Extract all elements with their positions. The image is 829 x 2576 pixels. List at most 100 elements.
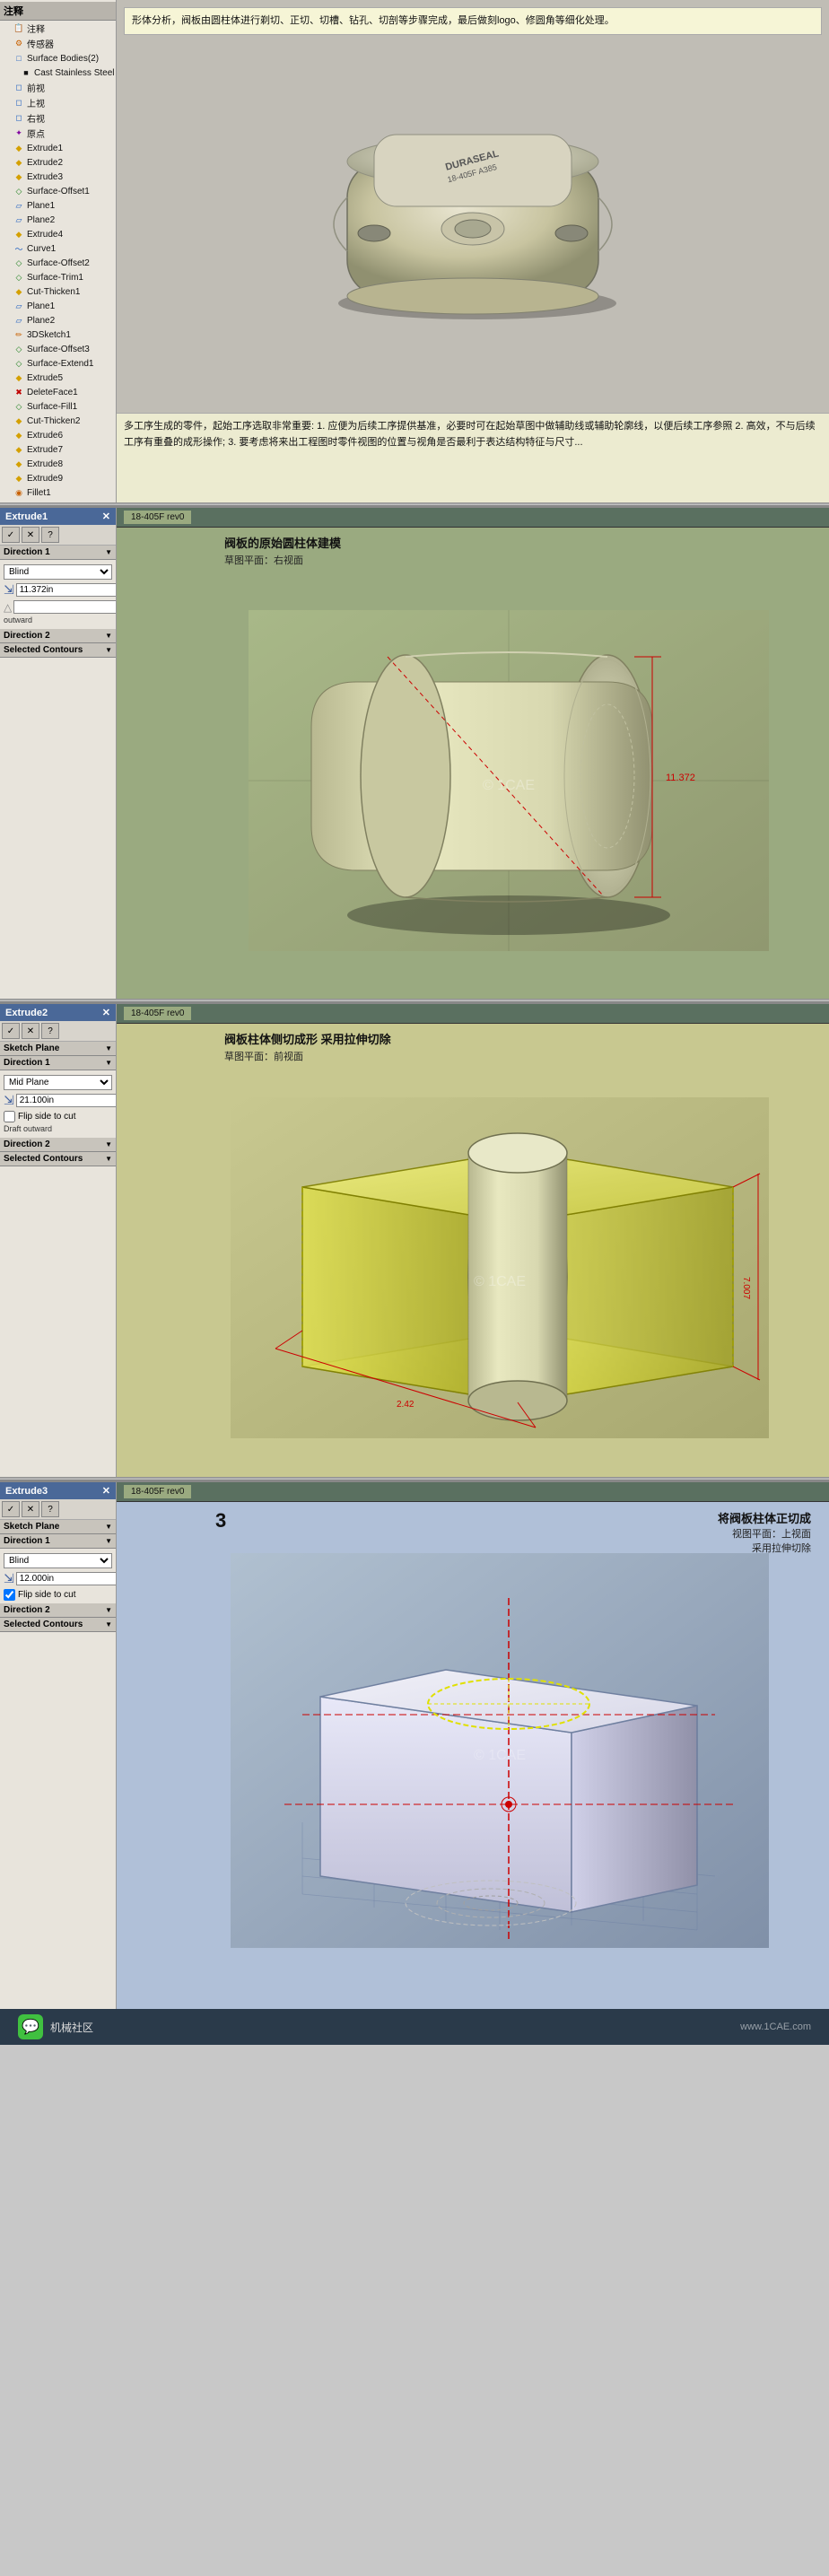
main-cad-view2: 18-405F rev0 阀板的原始圆柱体建模 草图平面：右视面: [117, 508, 829, 999]
direction1-section2: Direction 1 ▼: [0, 1056, 116, 1070]
tree-item[interactable]: ◻ 前视: [0, 80, 116, 95]
tree-item[interactable]: ⚙ 传感器: [0, 36, 116, 51]
tree-item-extrude2[interactable]: ◆ Extrude2: [0, 155, 116, 170]
chevron-icon: ▼: [105, 1620, 112, 1629]
tree-item-curve1[interactable]: 〜 Curve1: [0, 241, 116, 256]
direction1-type-select2[interactable]: Mid Plane: [4, 1075, 112, 1090]
direction1-section: Direction 1 ▼: [0, 546, 116, 560]
tree-item-deleteface1[interactable]: ✖ DeleteFace1: [0, 385, 116, 399]
tree-item-cut-thicken2[interactable]: ◆ Cut-Thicken2: [0, 414, 116, 428]
wechat-icon: 💬: [18, 2014, 43, 2039]
cancel-btn[interactable]: ✕: [22, 527, 39, 543]
tree-item-extrude6[interactable]: ◆ Extrude6: [0, 428, 116, 442]
plane-icon: ◻: [13, 97, 25, 109]
tree-item-surface-offset2[interactable]: ◇ Surface-Offset2: [0, 256, 116, 270]
tree-item-surface-offset3[interactable]: ◇ Surface-Offset3: [0, 342, 116, 356]
tree-item-extrude3[interactable]: ◆ Extrude3: [0, 170, 116, 184]
tree-item-label: Cut-Thicken2: [27, 416, 80, 426]
check-btn3[interactable]: ✓: [2, 1501, 20, 1517]
tree-item-label: Surface-Offset2: [27, 258, 90, 268]
tree-item-label: 传感器: [27, 37, 54, 50]
tree-item[interactable]: 📋 注释: [0, 21, 116, 36]
curve-icon: 〜: [13, 242, 25, 255]
tree-item-extrude1[interactable]: ◆ Extrude1: [0, 141, 116, 155]
svg-text:11.372: 11.372: [666, 773, 695, 783]
tree-item-label: Surface-Trim1: [27, 273, 83, 283]
step-number: 3: [215, 1509, 226, 1533]
help-btn2[interactable]: ?: [41, 1023, 59, 1039]
panel-close-icon[interactable]: ✕: [102, 511, 110, 522]
tree-item-extrude7[interactable]: ◆ Extrude7: [0, 442, 116, 457]
view-tab-model[interactable]: 18-405F rev0: [124, 511, 191, 524]
tree-item-fillet1[interactable]: ◉ Fillet1: [0, 485, 116, 500]
tree-item-plane2b[interactable]: ▱ Plane2: [0, 313, 116, 327]
direction1-type-select3[interactable]: Blind: [4, 1553, 112, 1568]
view-tab4[interactable]: 18-405F rev0: [124, 1485, 191, 1498]
tree-item-label: Plane1: [27, 201, 55, 211]
cancel-btn2[interactable]: ✕: [22, 1023, 39, 1039]
tree-item-surface-extend1[interactable]: ◇ Surface-Extend1: [0, 356, 116, 371]
depth-input2[interactable]: [16, 1094, 117, 1107]
tree-item[interactable]: ■ Cast Stainless Steel: [0, 65, 116, 80]
sketch-plane-section: Sketch Plane ▼: [0, 1042, 116, 1056]
tree-item-extrude8[interactable]: ◆ Extrude8: [0, 457, 116, 471]
help-btn[interactable]: ?: [41, 527, 59, 543]
tree-item-label: Surface-Extend1: [27, 359, 94, 369]
tree-item[interactable]: □ Surface Bodies(2): [0, 51, 116, 65]
cut-icon: ◆: [13, 285, 25, 298]
title-line2: 视图平面：上视面: [718, 1526, 811, 1541]
direction1-type-select[interactable]: Blind: [4, 564, 112, 580]
depth-input3[interactable]: [16, 1572, 117, 1585]
depth-input[interactable]: [16, 583, 117, 597]
material-icon: ■: [20, 66, 32, 79]
draft-input[interactable]: [13, 600, 117, 614]
tree-item[interactable]: ✦ 原点: [0, 126, 116, 141]
chevron-icon: ▼: [105, 1044, 112, 1052]
chevron-icon: ▼: [105, 1523, 112, 1531]
tree-item-extrude4[interactable]: ◆ Extrude4: [0, 227, 116, 241]
view-tab3[interactable]: 18-405F rev0: [124, 1007, 191, 1020]
chevron-icon: ▼: [105, 1155, 112, 1163]
tree-item[interactable]: ◻ 上视: [0, 95, 116, 110]
tree-item-plane2[interactable]: ▱ Plane2: [0, 213, 116, 227]
check-btn[interactable]: ✓: [2, 527, 20, 543]
tree-item-extrude9[interactable]: ◆ Extrude9: [0, 471, 116, 485]
surface-offset-icon: ◇: [13, 257, 25, 269]
tree-item-cut-thicken1[interactable]: ◆ Cut-Thicken1: [0, 284, 116, 299]
check-btn2[interactable]: ✓: [2, 1023, 20, 1039]
panel-close-icon[interactable]: ✕: [102, 1007, 110, 1018]
tree-item[interactable]: ◻ 右视: [0, 110, 116, 126]
tree-item-plane1[interactable]: ▱ Plane1: [0, 198, 116, 213]
tree-item-surface-fill1[interactable]: ◇ Surface-Fill1: [0, 399, 116, 414]
cylinder-svg: 11.372 © 1CAE: [249, 610, 769, 951]
depth-icon3: ⇲: [4, 1571, 14, 1586]
tree-item-extrude5[interactable]: ◆ Extrude5: [0, 371, 116, 385]
flip-checkbox3[interactable]: [4, 1589, 15, 1601]
panel-toolbar: ✓ ✕ ?: [0, 525, 116, 546]
tree-item-surface-trim1[interactable]: ◇ Surface-Trim1: [0, 270, 116, 284]
extrude3-property-panel: Extrude3 ✕ ✓ ✕ ? Sketch Plane ▼ Directio…: [0, 1482, 117, 2009]
help-btn3[interactable]: ?: [41, 1501, 59, 1517]
extrude-icon: ◆: [13, 472, 25, 485]
surface-extend-icon: ◇: [13, 357, 25, 370]
tree-item-surface-offset1[interactable]: ◇ Surface-Offset1: [0, 184, 116, 198]
tree-item-plane1b[interactable]: ▱ Plane1: [0, 299, 116, 313]
feature-tree: 注释 📋 注释 ⚙ 传感器 □ Surface Bodies(2) ■ Cast…: [0, 0, 117, 502]
direction2-label: Direction 2: [4, 631, 50, 641]
tree-item-label: Plane2: [27, 215, 55, 225]
extrude-icon: ◆: [13, 429, 25, 441]
cancel-btn3[interactable]: ✕: [22, 1501, 39, 1517]
panel-close-icon[interactable]: ✕: [102, 1485, 110, 1497]
tree-item-3dsketch1[interactable]: ✏ 3DSketch1: [0, 327, 116, 342]
cad-3d-view: DURASEAL 18-405F A385: [117, 72, 829, 413]
panel-title-extrude1: Extrude1: [5, 511, 48, 522]
sketch-plane-label3: Sketch Plane: [4, 1522, 59, 1532]
tree-item-label: Extrude3: [27, 172, 63, 182]
selected-contours-label2: Selected Contours: [4, 1154, 83, 1164]
chevron-icon: ▼: [105, 1537, 112, 1545]
tree-item-label: Curve1: [27, 244, 56, 254]
section4-panel: Extrude3 ✕ ✓ ✕ ? Sketch Plane ▼ Directio…: [0, 1480, 829, 2009]
flip-checkbox[interactable]: [4, 1111, 15, 1122]
tree-item-label: Cut-Thicken1: [27, 287, 80, 297]
chevron-icon: ▼: [105, 646, 112, 654]
